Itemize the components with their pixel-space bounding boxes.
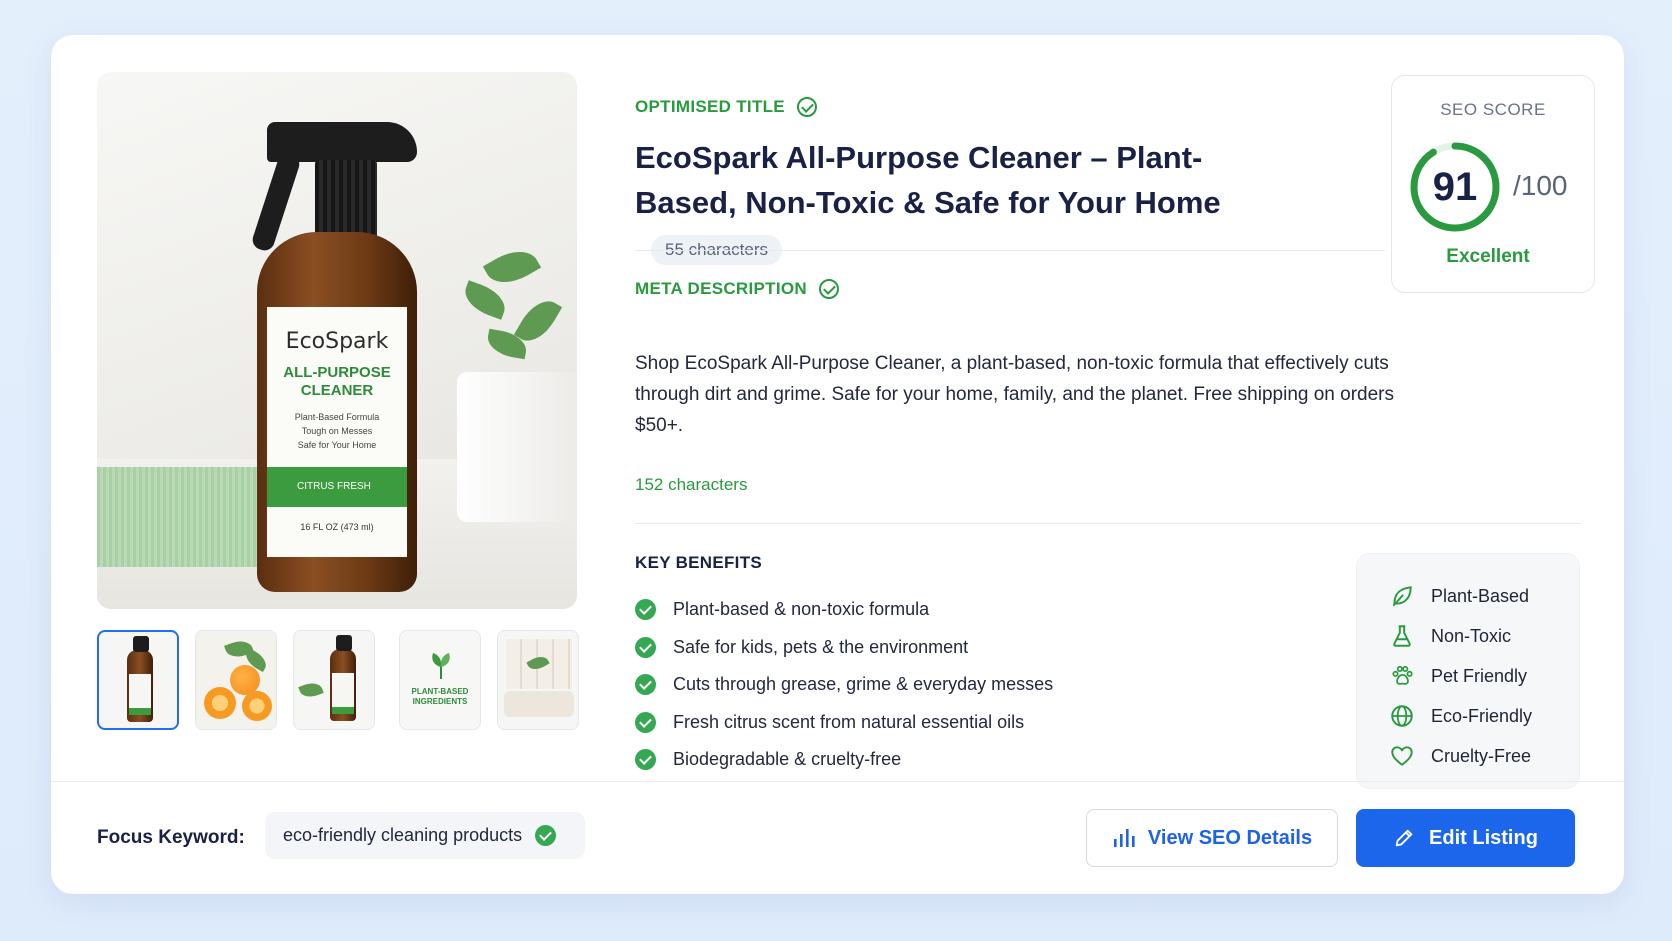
benefit-item: Plant-based & non-toxic formula: [635, 591, 1053, 629]
check-circle-icon: [818, 279, 839, 299]
check-circle-icon: [796, 97, 817, 117]
tag-eco-friendly: Eco-Friendly: [1389, 696, 1579, 736]
bar-chart-icon: [1113, 829, 1135, 847]
tag-cruelty-free: Cruelty-Free: [1389, 736, 1579, 776]
check-icon: [535, 825, 557, 846]
thumbnail-plant-based[interactable]: PLANT-BASED INGREDIENTS: [399, 630, 481, 730]
seo-score-grade: Excellent: [1446, 246, 1530, 267]
view-seo-details-button[interactable]: View SEO Details: [1086, 809, 1338, 867]
tag-non-toxic: Non-Toxic: [1389, 616, 1579, 656]
bottle-scent-band: CITRUS FRESH: [267, 467, 407, 507]
benefit-item: Fresh citrus scent from natural essentia…: [635, 704, 1053, 742]
focus-keyword-pill: eco-friendly cleaning products: [265, 812, 585, 859]
tag-pet-friendly: Pet Friendly: [1389, 656, 1579, 696]
key-benefits-list: Plant-based & non-toxic formula Safe for…: [635, 591, 1053, 779]
divider: [635, 523, 1581, 524]
spray-bottle: EcoSpark ALL-PURPOSE CLEANER Plant-Based…: [250, 122, 417, 597]
seo-score-label: SEO SCORE: [1440, 100, 1546, 119]
seo-score-max: /100: [1513, 170, 1568, 201]
key-benefits-label: KEY BENEFITS: [635, 553, 763, 572]
focus-keyword-value: eco-friendly cleaning products: [283, 825, 523, 845]
flask-icon: [1393, 625, 1411, 647]
bottle-product-line-2: CLEANER: [300, 382, 374, 399]
plant-pot-graphic: [457, 372, 577, 522]
tag-plant-based: Plant-Based: [1389, 576, 1579, 616]
meta-char-count: 152 characters: [635, 475, 748, 494]
bottle-brand: EcoSpark: [285, 329, 389, 354]
bottle-label: EcoSpark ALL-PURPOSE CLEANER Plant-Based…: [267, 307, 407, 557]
thumbnail-living-room[interactable]: [497, 630, 579, 730]
product-main-image: EcoSpark ALL-PURPOSE CLEANER Plant-Based…: [97, 72, 577, 609]
meta-description-label: META DESCRIPTION: [635, 279, 839, 299]
edit-listing-button[interactable]: Edit Listing: [1356, 809, 1575, 867]
bottle-claim: Tough on Messes: [301, 426, 373, 436]
thumbnail-caption: INGREDIENTS: [412, 697, 468, 706]
check-icon: [635, 636, 656, 658]
thumbnail-bottle-kitchen[interactable]: [293, 630, 375, 730]
optimised-title-text: EcoSpark All-Purpose Cleaner – Plant-Bas…: [635, 140, 1221, 220]
seo-listing-card: EcoSpark ALL-PURPOSE CLEANER Plant-Based…: [51, 35, 1624, 894]
check-icon: [635, 749, 656, 771]
attribute-tags-panel: Plant-Based Non-Toxic Pet Friendly Eco-F…: [1356, 553, 1580, 789]
sprout-icon: [432, 653, 450, 679]
benefit-item: Cuts through grease, grime & everyday me…: [635, 666, 1053, 704]
meta-description-text: Shop EcoSpark All-Purpose Cleaner, a pla…: [635, 353, 1395, 436]
leaf-icon: [1392, 586, 1412, 607]
thumbnail-bottle[interactable]: [97, 630, 179, 730]
paw-icon: [1392, 665, 1413, 685]
bottle-claim: Safe for Your Home: [297, 440, 377, 450]
check-icon: [635, 599, 656, 621]
thumbnail-strip: PLANT-BASED INGREDIENTS: [97, 630, 579, 730]
benefit-item: Biodegradable & cruelty-free: [635, 741, 1053, 779]
seo-score-card: SEO SCORE 91 /100 Excellent: [1391, 75, 1595, 293]
thumbnail-caption: PLANT-BASED: [411, 687, 469, 696]
pencil-icon: [1395, 829, 1413, 847]
bottle-volume: 16 FL OZ (473 ml): [300, 522, 374, 532]
divider: [635, 250, 1385, 251]
check-icon: [635, 711, 656, 733]
bottle-product-line-1: ALL-PURPOSE: [283, 364, 391, 381]
thumbnail-oranges[interactable]: [195, 630, 277, 730]
focus-keyword-label: Focus Keyword:: [97, 827, 245, 848]
optimised-title-label: OPTIMISED TITLE: [635, 97, 817, 117]
heart-icon: [1391, 746, 1413, 766]
footer-divider: [51, 781, 1624, 782]
seo-score-value: 91: [1432, 165, 1478, 209]
check-icon: [635, 674, 656, 696]
globe-icon: [1391, 705, 1413, 727]
benefit-item: Safe for kids, pets & the environment: [635, 629, 1053, 667]
bottle-claim: Plant-Based Formula: [294, 412, 380, 422]
